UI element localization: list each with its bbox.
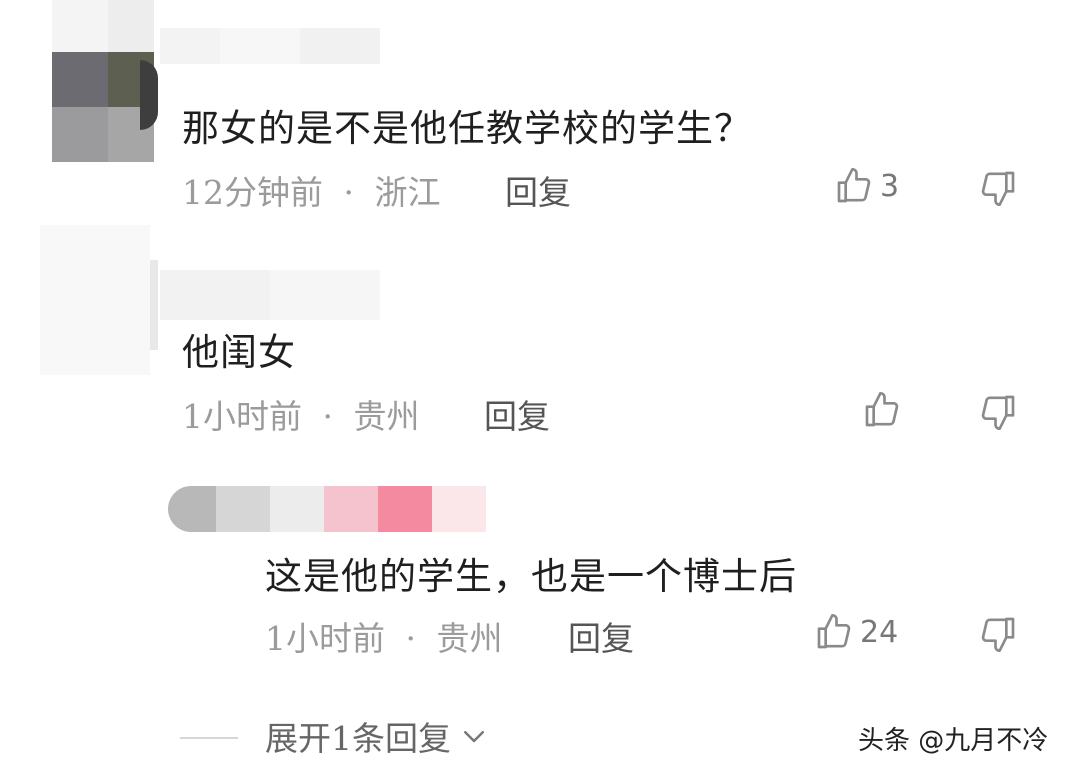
comment-meta: 1小时前 · 贵州 (182, 390, 420, 438)
expand-replies-button[interactable]: 展开1条回复 (265, 712, 489, 760)
dislike-button[interactable] (978, 614, 1018, 654)
reply-button[interactable]: 回复 (484, 390, 550, 438)
comment-location: 贵州 (436, 619, 503, 658)
comment-meta: 1小时前 · 贵州 (265, 612, 503, 660)
comment-text: 这是他的学生，也是一个博士后 (265, 555, 797, 598)
comment-location: 贵州 (353, 397, 420, 436)
comment-location: 浙江 (374, 173, 441, 212)
thumbs-down-icon (981, 617, 1015, 652)
expand-replies-label: 展开1条回复 (265, 719, 451, 758)
dislike-button[interactable] (978, 168, 1018, 208)
thumbs-down-icon (981, 395, 1015, 430)
comment-time: 12分钟前 (182, 173, 323, 212)
dislike-button[interactable] (978, 392, 1018, 432)
like-count: 24 (860, 614, 899, 650)
comment-meta: 12分钟前 · 浙江 (182, 166, 441, 214)
thumbs-up-icon (865, 392, 899, 427)
divider-line (180, 737, 238, 739)
meta-separator: · (322, 397, 334, 436)
reply-button[interactable]: 回复 (568, 612, 634, 660)
like-button[interactable]: 24 (814, 612, 898, 652)
thumbs-up-icon (817, 614, 851, 649)
comment-text: 他闺女 (182, 331, 296, 374)
chevron-down-icon (464, 731, 484, 743)
comment-time: 1小时前 (265, 619, 385, 658)
like-count: 3 (880, 168, 900, 204)
comment-time: 1小时前 (182, 397, 302, 436)
thumbs-up-icon (837, 168, 871, 203)
meta-separator: · (343, 173, 355, 212)
like-button[interactable] (862, 390, 908, 430)
thumbs-down-icon (981, 171, 1015, 207)
meta-separator: · (405, 619, 417, 658)
reply-button[interactable]: 回复 (505, 166, 571, 214)
watermark: 头条 @九月不冷 (858, 726, 1049, 756)
like-button[interactable]: 3 (834, 166, 899, 206)
comment-text: 那女的是不是他任教学校的学生？ (182, 107, 752, 150)
